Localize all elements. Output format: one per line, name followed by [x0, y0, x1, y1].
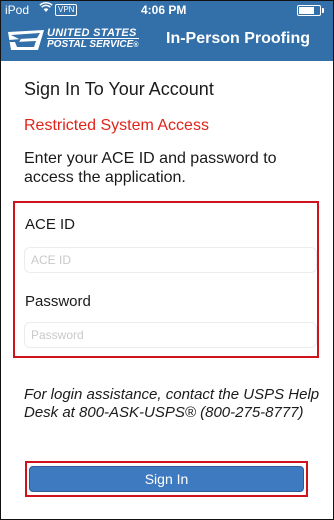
signin-heading: Sign In To Your Account	[24, 79, 214, 99]
ace-id-label: ACE ID	[25, 216, 76, 233]
vpn-badge: VPN	[55, 4, 78, 16]
page-title: In-Person Proofing	[166, 30, 310, 47]
status-bar: iPod VPN 4:06 PM	[1, 1, 333, 19]
usps-logo-text: UNITED STATES POSTAL SERVICE®	[47, 28, 139, 51]
signin-button-highlight: Sign In	[25, 461, 308, 497]
logo-line-1: UNITED STATES	[47, 27, 139, 39]
wifi-icon	[39, 1, 53, 19]
logo-registered-mark: ®	[133, 42, 139, 49]
carrier-label: iPod	[5, 3, 30, 17]
status-time: 4:06 PM	[141, 3, 187, 17]
logo-line-2-text: POSTAL SERVICE	[47, 39, 134, 50]
usps-eagle-icon	[8, 30, 44, 50]
battery-level	[299, 7, 314, 14]
sign-in-button[interactable]: Sign In	[29, 466, 304, 492]
ace-id-input[interactable]	[24, 247, 317, 273]
signin-instructions: Enter your ACE ID and password to access…	[24, 150, 277, 186]
password-input[interactable]	[24, 322, 317, 348]
battery-icon	[297, 5, 324, 16]
restricted-notice: Restricted System Access	[24, 117, 209, 134]
login-help-text: For login assistance, contact the USPS H…	[24, 386, 320, 421]
logo-line-2: POSTAL SERVICE®	[47, 40, 139, 51]
signin-content: Sign In To Your Account Restricted Syste…	[1, 61, 333, 519]
password-label: Password	[25, 293, 91, 310]
credentials-form: ACE ID Password	[13, 201, 319, 358]
header-bar: UNITED STATES POSTAL SERVICE® In-Person …	[1, 19, 333, 61]
app-screen: iPod VPN 4:06 PM UNITED STATES POSTAL SE…	[0, 0, 334, 520]
